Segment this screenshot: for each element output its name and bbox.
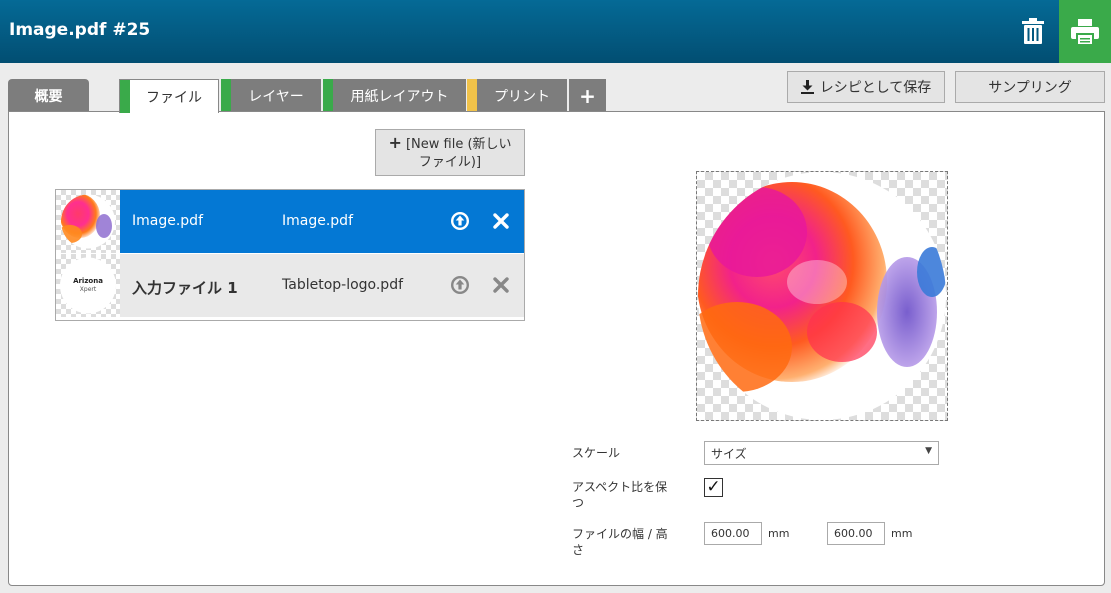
keep-aspect-label: アスペクト比を保つ bbox=[572, 480, 668, 510]
file-name: Image.pdf bbox=[282, 213, 353, 229]
remove-icon[interactable] bbox=[491, 211, 511, 231]
tab-layers-marker bbox=[221, 79, 231, 112]
trash-icon bbox=[1022, 18, 1044, 44]
file-row[interactable]: Image.pdf Image.pdf bbox=[56, 190, 524, 253]
chevron-down-icon: ▼ bbox=[925, 446, 932, 456]
new-file-button[interactable]: + [New file (新しいファイル)] bbox=[375, 129, 525, 176]
tab-print[interactable]: プリント bbox=[467, 79, 567, 112]
file-row[interactable]: Arizona Xpert 入力ファイル 1 Tabletop-logo.pdf bbox=[56, 254, 524, 317]
tab-overview-label: 概要 bbox=[34, 88, 63, 105]
new-file-label: + [New file (新しいファイル)] bbox=[384, 132, 516, 172]
tab-files[interactable]: ファイル bbox=[119, 79, 219, 113]
file-size-label: ファイルの幅 / 高さ bbox=[572, 527, 668, 557]
page-title: Image.pdf #25 bbox=[9, 20, 151, 40]
ink-image-preview bbox=[698, 172, 946, 420]
delete-button[interactable] bbox=[1012, 10, 1054, 52]
file-label: Image.pdf bbox=[132, 213, 203, 229]
tab-layers-label: レイヤー bbox=[248, 88, 304, 105]
sampling-label: サンプリング bbox=[988, 80, 1072, 96]
save-as-recipe-button[interactable]: レシピとして保存 bbox=[787, 71, 945, 103]
height-unit: mm bbox=[891, 527, 913, 540]
plus-icon: + bbox=[388, 132, 402, 152]
scale-select-value: サイズ bbox=[711, 446, 747, 461]
tab-media-layout-label: 用紙レイアウト bbox=[350, 88, 449, 105]
upload-circle-icon[interactable] bbox=[450, 211, 470, 231]
tab-files-label: ファイル bbox=[146, 89, 202, 106]
new-file-text: [New file (新しいファイル)] bbox=[405, 136, 512, 170]
scale-select[interactable]: サイズ ▼ bbox=[704, 441, 939, 465]
plus-icon: + bbox=[579, 83, 596, 108]
file-list: Image.pdf Image.pdf Arizona Xpert 入力ファイル… bbox=[55, 189, 525, 321]
tab-layers[interactable]: レイヤー bbox=[221, 79, 321, 112]
tab-media-layout-marker bbox=[323, 79, 333, 112]
ink-image-thumbnail bbox=[61, 194, 115, 249]
tab-media-layout[interactable]: 用紙レイアウト bbox=[323, 79, 466, 112]
file-label: 入力ファイル 1 bbox=[132, 279, 238, 297]
save-as-recipe-label: レシピとして保存 bbox=[819, 80, 932, 96]
print-button[interactable] bbox=[1059, 0, 1111, 63]
remove-icon[interactable] bbox=[491, 275, 511, 295]
width-field[interactable] bbox=[704, 522, 762, 545]
tab-print-marker bbox=[467, 79, 477, 112]
upload-circle-icon[interactable] bbox=[450, 275, 470, 295]
file-thumbnail: Arizona Xpert bbox=[56, 254, 120, 317]
app-header: Image.pdf #25 bbox=[0, 0, 1111, 63]
scale-label: スケール bbox=[572, 446, 621, 460]
add-tab-button[interactable]: + bbox=[569, 79, 606, 112]
logo-text: Arizona bbox=[73, 277, 103, 285]
keep-aspect-checkbox[interactable]: ✓ bbox=[704, 478, 723, 497]
checkmark-icon: ✓ bbox=[706, 477, 721, 497]
width-unit: mm bbox=[768, 527, 790, 540]
file-name: Tabletop-logo.pdf bbox=[282, 277, 404, 293]
tab-files-marker bbox=[120, 80, 130, 113]
tab-print-label: プリント bbox=[494, 88, 550, 105]
image-preview bbox=[696, 171, 948, 421]
tab-overview[interactable]: 概要 bbox=[8, 79, 89, 112]
printer-icon bbox=[1071, 18, 1099, 45]
sampling-button[interactable]: サンプリング bbox=[955, 71, 1105, 103]
height-field[interactable] bbox=[827, 522, 885, 545]
download-icon bbox=[800, 80, 814, 94]
logo-subtext: Xpert bbox=[79, 286, 97, 293]
file-thumbnail bbox=[56, 190, 120, 253]
